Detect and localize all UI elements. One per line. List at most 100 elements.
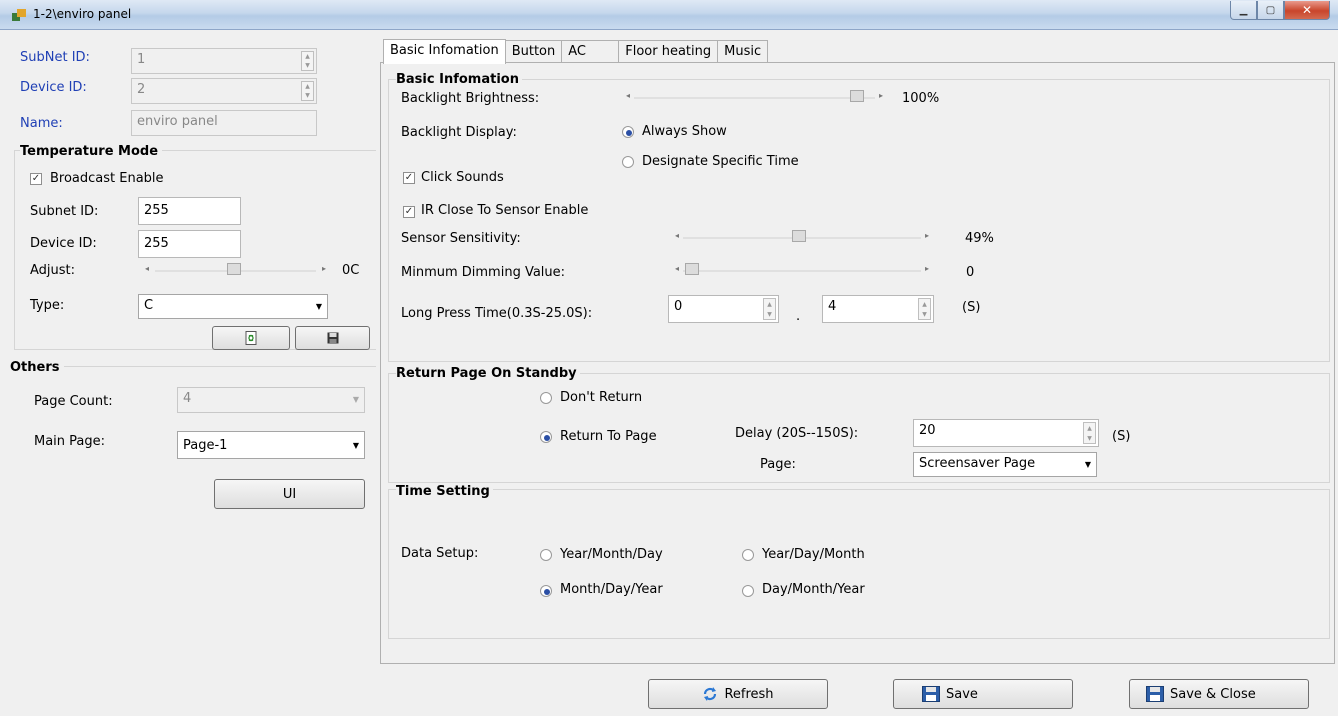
designate-time-radio[interactable] [622, 156, 634, 168]
long-press-frac-input[interactable]: 4 ▲ ▼ [822, 295, 934, 323]
slider-right-icon[interactable]: ▸ [879, 91, 883, 100]
app-icon [12, 9, 26, 21]
ydm-radio[interactable] [742, 549, 754, 561]
minimize-icon[interactable]: ▁ [1230, 1, 1257, 20]
device-id-label: Device ID: [20, 80, 87, 95]
name-label: Name: [20, 116, 63, 131]
name-field[interactable]: enviro panel [131, 110, 317, 136]
click-sounds-checkbox[interactable]: ✓ [403, 172, 415, 184]
broadcast-enable-label: Broadcast Enable [50, 171, 164, 186]
adjust-slider[interactable]: ◂ ▸ [143, 263, 328, 276]
subnet-id-field[interactable]: 1 ▲ ▼ [131, 48, 317, 74]
time-setting-group [388, 489, 1330, 639]
window-title: 1-2\enviro panel [33, 7, 132, 21]
temp-device-input[interactable]: 255 [138, 230, 241, 258]
device-id-spinner[interactable]: ▲ ▼ [301, 81, 314, 101]
tab-basic-infomation[interactable]: Basic Infomation [383, 39, 506, 64]
ymd-radio[interactable] [540, 549, 552, 561]
mdy-radio[interactable] [540, 585, 552, 597]
always-show-radio[interactable] [622, 126, 634, 138]
ir-close-label: IR Close To Sensor Enable [421, 203, 589, 218]
maximize-icon[interactable]: ▢ [1257, 1, 1284, 20]
tab-music[interactable]: Music [717, 40, 769, 63]
return-to-page-label: Return To Page [560, 429, 657, 444]
backlight-brightness-slider[interactable]: ◂ ▸ [622, 90, 887, 103]
window-controls: ▁ ▢ ✕ [1230, 1, 1330, 21]
slider-left-icon[interactable]: ◂ [145, 264, 149, 273]
name-value: enviro panel [137, 114, 218, 129]
min-dimming-label: Minmum Dimming Value: [401, 265, 566, 280]
long-press-frac-spinner[interactable]: ▲ ▼ [918, 298, 931, 320]
ui-button[interactable]: UI [214, 479, 365, 509]
standby-page-value: Screensaver Page [919, 456, 1036, 471]
save-button[interactable]: Save [893, 679, 1073, 709]
temp-subnet-input[interactable]: 255 [138, 197, 241, 225]
main-page-select[interactable]: Page-1 ▼ [177, 431, 365, 459]
long-press-int-input[interactable]: 0 ▲ ▼ [668, 295, 779, 323]
ir-close-checkbox[interactable]: ✓ [403, 206, 415, 218]
others-group-line [10, 366, 376, 367]
tab-ac[interactable]: AC [561, 40, 620, 63]
always-show-label: Always Show [642, 124, 727, 139]
save-close-button[interactable]: Save & Close [1129, 679, 1309, 709]
broadcast-enable-checkbox[interactable]: ✓ [30, 173, 42, 185]
floppy-icon [327, 332, 338, 344]
standby-group [388, 373, 1330, 483]
slider-right-icon[interactable]: ▸ [925, 264, 929, 273]
chevron-down-icon: ▼ [352, 395, 359, 404]
chevron-down-icon: ▼ [315, 302, 322, 311]
ydm-label: Year/Day/Month [762, 547, 865, 562]
delay-label: Delay (20S--150S): [735, 426, 859, 441]
type-select-value: C [144, 298, 154, 313]
device-id-field[interactable]: 2 ▲ ▼ [131, 78, 317, 104]
save-icon [922, 686, 940, 702]
long-press-int-value: 0 [674, 299, 683, 314]
adjust-label: Adjust: [30, 263, 76, 278]
adjust-slider-thumb[interactable] [227, 263, 241, 275]
dmy-radio[interactable] [742, 585, 754, 597]
slider-right-icon[interactable]: ▸ [322, 264, 326, 273]
slider-left-icon[interactable]: ◂ [675, 231, 679, 240]
tab-strip: Basic Infomation Button AC Floor heating… [383, 39, 769, 64]
dimming-slider-thumb[interactable] [685, 263, 699, 275]
dont-return-label: Don't Return [560, 390, 643, 405]
close-icon[interactable]: ✕ [1284, 1, 1330, 20]
refresh-button[interactable]: Refresh [648, 679, 828, 709]
basic-infomation-title: Basic Infomation [396, 72, 522, 87]
read-temperature-button[interactable] [212, 326, 290, 350]
slider-left-icon[interactable]: ◂ [675, 264, 679, 273]
subnet-id-spinner[interactable]: ▲ ▼ [301, 51, 314, 71]
save-close-label: Save & Close [1170, 686, 1256, 702]
delay-input[interactable]: 20 ▲ ▼ [913, 419, 1099, 447]
backlight-brightness-value: 100% [902, 91, 940, 106]
device-id-value: 2 [137, 82, 146, 97]
adjust-value: 0C [342, 263, 360, 278]
backlight-slider-thumb[interactable] [850, 90, 864, 102]
sensor-sensitivity-slider[interactable]: ◂ ▸ [671, 230, 933, 243]
tab-button[interactable]: Button [504, 40, 563, 63]
standby-page-select[interactable]: Screensaver Page ▼ [913, 452, 1097, 477]
slider-right-icon[interactable]: ▸ [925, 231, 929, 240]
temperature-mode-title: Temperature Mode [20, 144, 163, 159]
standby-title: Return Page On Standby [396, 366, 580, 381]
delay-value: 20 [919, 423, 936, 438]
sensor-slider-thumb[interactable] [792, 230, 806, 242]
long-press-int-spinner[interactable]: ▲ ▼ [763, 298, 776, 320]
type-select[interactable]: C ▼ [138, 294, 328, 319]
others-title: Others [10, 360, 64, 375]
backlight-brightness-label: Backlight Brightness: [401, 91, 540, 106]
page-count-value: 4 [183, 391, 192, 406]
dont-return-radio[interactable] [540, 392, 552, 404]
page-count-select[interactable]: 4 ▼ [177, 387, 365, 413]
return-to-page-radio[interactable] [540, 431, 552, 443]
tab-floor-heating[interactable]: Floor heating [618, 40, 719, 63]
min-dimming-slider[interactable]: ◂ ▸ [671, 263, 933, 276]
refresh-icon [704, 687, 717, 701]
subnet-id-value: 1 [137, 52, 146, 67]
save-label: Save [946, 686, 978, 702]
temp-device-label: Device ID: [30, 236, 97, 251]
chevron-down-icon: ▼ [352, 441, 359, 450]
delay-spinner[interactable]: ▲ ▼ [1083, 422, 1096, 444]
slider-left-icon[interactable]: ◂ [626, 91, 630, 100]
save-temperature-button[interactable] [295, 326, 370, 350]
